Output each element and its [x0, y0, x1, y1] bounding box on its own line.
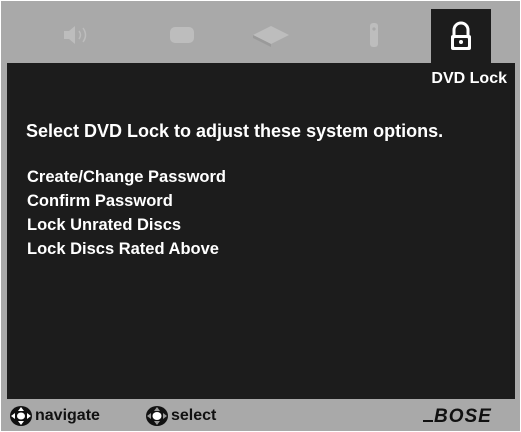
tab-disc[interactable]: [241, 9, 301, 61]
option-confirm-password[interactable]: Confirm Password: [27, 189, 226, 213]
menu-screen: DVD Lock Select DVD Lock to adjust these…: [7, 63, 515, 399]
tab-remote[interactable]: [344, 9, 404, 61]
section-title: DVD Lock: [431, 70, 507, 87]
options-list: Create/Change Password Confirm Password …: [27, 165, 226, 261]
tab-dvd-lock[interactable]: [431, 9, 491, 65]
tab-video[interactable]: [152, 9, 212, 61]
footer-bar: navigate select BOSE: [7, 403, 515, 429]
select-hint: select: [145, 405, 216, 427]
speaker-icon: [64, 26, 87, 44]
tv-screen-icon: [170, 27, 194, 43]
osd-frame: DVD Lock Select DVD Lock to adjust these…: [1, 1, 520, 431]
bose-logo: BOSE: [423, 405, 509, 430]
option-lock-discs-rated-above[interactable]: Lock Discs Rated Above: [27, 237, 226, 261]
option-create-change-password[interactable]: Create/Change Password: [27, 165, 226, 189]
svg-text:BOSE: BOSE: [434, 406, 492, 425]
tab-audio[interactable]: [47, 9, 107, 61]
instruction-text: Select DVD Lock to adjust these system o…: [26, 121, 444, 141]
tab-bar: [7, 9, 515, 65]
navigate-label: navigate: [35, 407, 100, 424]
option-lock-unrated-discs[interactable]: Lock Unrated Discs: [27, 213, 226, 237]
disc-tray-icon: [253, 26, 289, 47]
padlock-icon: [451, 21, 471, 50]
navigation-pad-icon: [10, 406, 32, 426]
select-label: select: [171, 407, 217, 424]
navigate-hint: navigate: [9, 405, 100, 427]
remote-control-icon: [370, 23, 378, 47]
select-pad-icon: [146, 406, 168, 426]
